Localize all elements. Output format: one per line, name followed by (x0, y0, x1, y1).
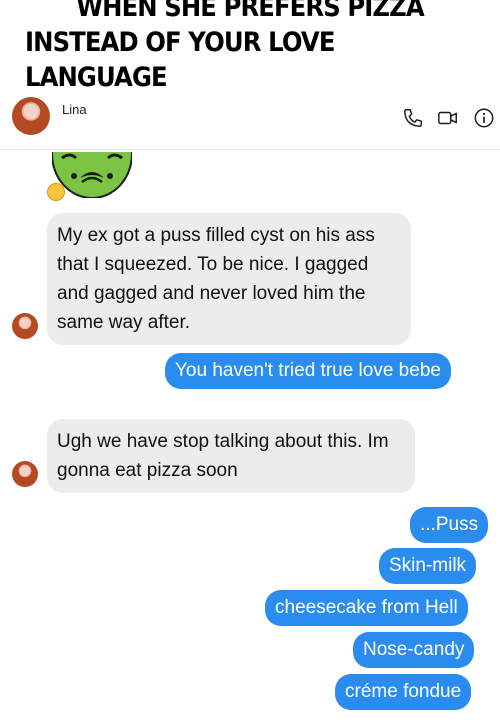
phone-icon[interactable] (402, 107, 424, 129)
incoming-message-1[interactable]: My ex got a puss filled cyst on his ass … (47, 213, 411, 345)
contact-avatar[interactable] (12, 97, 50, 135)
outgoing-message-6[interactable]: créme fondue (335, 674, 472, 710)
outgoing-message-1[interactable]: You haven't tried true love bebe (165, 353, 451, 389)
chat-header: Lina (0, 88, 500, 150)
caption-line-2: INSTEAD OF YOUR LOVE LANGUAGE (25, 26, 335, 93)
outgoing-message-3[interactable]: Skin-milk (379, 548, 477, 584)
contact-message-avatar (12, 461, 38, 487)
caption-line-1: WHEN SHE PREFERS PIZZA (76, 0, 424, 23)
info-icon[interactable] (473, 107, 495, 129)
outgoing-message-4[interactable]: cheesecake from Hell (265, 590, 468, 626)
contact-message-avatar (12, 313, 38, 339)
laughing-emoji (47, 183, 65, 201)
contact-name[interactable]: Lina (62, 102, 87, 117)
incoming-message-2[interactable]: Ugh we have stop talking about this. Im … (47, 419, 415, 493)
meme-caption: WHEN SHE PREFERS PIZZA INSTEAD OF YOUR L… (25, 0, 475, 93)
outgoing-message-2[interactable]: ...Puss (410, 507, 489, 543)
outgoing-message-5[interactable]: Nose-candy (353, 632, 475, 668)
video-icon[interactable] (437, 107, 459, 129)
